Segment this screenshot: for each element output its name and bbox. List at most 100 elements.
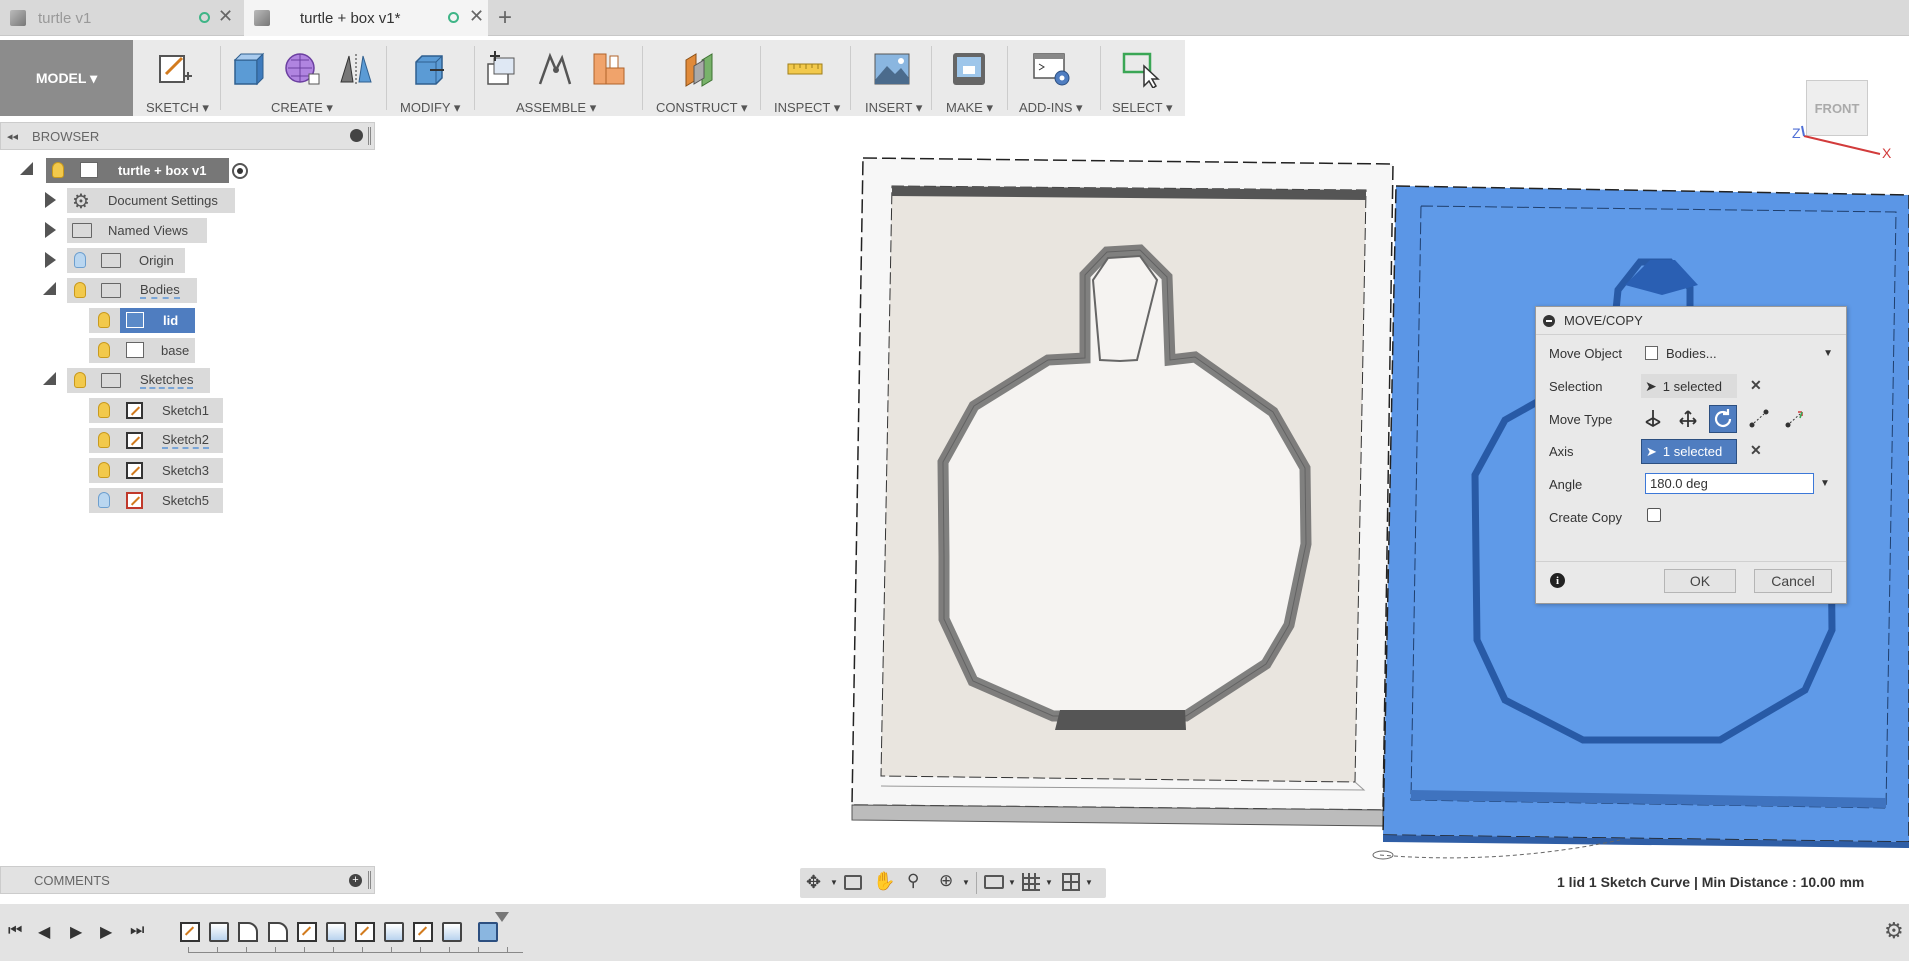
create-group[interactable]: CREATE ▾ bbox=[225, 40, 385, 116]
dropdown-arrow-icon[interactable]: ▼ bbox=[1823, 348, 1833, 359]
visibility-bulb-icon[interactable] bbox=[98, 312, 110, 328]
visibility-bulb-icon[interactable] bbox=[98, 342, 110, 358]
activate-radio-icon[interactable] bbox=[232, 163, 248, 179]
clear-selection-icon[interactable]: ✕ bbox=[1750, 377, 1762, 394]
pan-hand-icon[interactable]: ✋ bbox=[873, 871, 895, 892]
timeline-extrude-feature-icon[interactable] bbox=[209, 922, 229, 942]
collapse-browser-icon[interactable]: ◂◂ bbox=[7, 130, 18, 143]
sketch1-node[interactable]: Sketch1 bbox=[89, 398, 223, 423]
zoom-dropdown-icon[interactable]: ▼ bbox=[962, 878, 970, 887]
visibility-bulb-icon[interactable] bbox=[98, 432, 110, 448]
document-settings-node[interactable]: ⚙ Document Settings bbox=[67, 188, 235, 213]
construct-group[interactable]: CONSTRUCT ▾ bbox=[648, 40, 758, 116]
look-at-icon[interactable] bbox=[844, 875, 862, 890]
make-group[interactable]: MAKE ▾ bbox=[936, 40, 1006, 116]
info-icon[interactable]: i bbox=[1550, 573, 1565, 588]
rotate-option-active[interactable] bbox=[1709, 405, 1737, 433]
visibility-bulb-icon[interactable] bbox=[98, 402, 110, 418]
timeline-fillet-feature-icon[interactable] bbox=[238, 922, 258, 942]
sketches-node[interactable]: Sketches bbox=[67, 368, 210, 393]
expand-triangle-icon[interactable] bbox=[45, 252, 56, 268]
cancel-button[interactable]: Cancel bbox=[1754, 569, 1832, 593]
timeline-extrude-feature-icon[interactable] bbox=[326, 922, 346, 942]
step-back-icon[interactable]: ◀ bbox=[38, 922, 50, 942]
go-to-start-icon[interactable]: ⏮ bbox=[8, 922, 22, 940]
timeline-track[interactable] bbox=[180, 912, 530, 954]
collapse-dialog-icon[interactable] bbox=[1543, 314, 1555, 327]
sketch2-node[interactable]: Sketch2 bbox=[89, 428, 223, 453]
axis-selection-field[interactable]: ➤ 1 selected bbox=[1641, 439, 1737, 464]
close-icon[interactable]: ✕ bbox=[469, 6, 484, 27]
point-to-position-icon[interactable] bbox=[1783, 407, 1807, 431]
panel-resize-handle[interactable] bbox=[368, 871, 371, 889]
workspace-switcher[interactable]: MODEL ▾ bbox=[0, 40, 133, 116]
timeline-sketch-feature-icon[interactable] bbox=[297, 922, 317, 942]
tree-item-base[interactable]: base bbox=[0, 338, 200, 363]
origin-node[interactable]: Origin bbox=[67, 248, 185, 273]
timeline-sketch-feature-icon[interactable] bbox=[180, 922, 200, 942]
expand-triangle-icon[interactable] bbox=[45, 192, 56, 208]
new-tab-button[interactable]: + bbox=[498, 4, 512, 32]
tree-root[interactable]: turtle + box v1 bbox=[0, 158, 265, 183]
viewports-icon[interactable] bbox=[1062, 873, 1080, 891]
expand-triangle-icon[interactable] bbox=[45, 222, 56, 238]
create-copy-checkbox[interactable] bbox=[1647, 508, 1661, 522]
tree-item-named-views[interactable]: Named Views bbox=[0, 218, 210, 243]
grid-dropdown-icon[interactable]: ▼ bbox=[1045, 878, 1053, 887]
comments-panel-header[interactable]: COMMENTS + bbox=[0, 866, 375, 894]
point-to-point-icon[interactable] bbox=[1747, 407, 1771, 431]
display-settings-icon[interactable] bbox=[984, 875, 1004, 889]
panel-resize-handle[interactable] bbox=[368, 127, 371, 145]
select-group[interactable]: SELECT ▾ bbox=[1104, 40, 1184, 116]
base-body[interactable] bbox=[851, 157, 1394, 827]
free-move-icon[interactable] bbox=[1641, 407, 1665, 431]
collapse-triangle-icon[interactable] bbox=[43, 372, 56, 385]
viewports-dropdown-icon[interactable]: ▼ bbox=[1085, 878, 1093, 887]
tree-item-origin[interactable]: Origin bbox=[0, 248, 190, 273]
timeline-fillet-feature-icon[interactable] bbox=[268, 922, 288, 942]
clear-axis-icon[interactable]: ✕ bbox=[1750, 442, 1762, 459]
timeline-sketch-feature-icon[interactable] bbox=[413, 922, 433, 942]
named-views-node[interactable]: Named Views bbox=[67, 218, 207, 243]
visibility-bulb-icon[interactable] bbox=[98, 492, 110, 508]
close-icon[interactable]: ✕ bbox=[218, 6, 233, 27]
browser-options-icon[interactable] bbox=[350, 129, 363, 142]
base-body-node[interactable]: base bbox=[89, 338, 195, 363]
tree-item-lid[interactable]: lid bbox=[0, 308, 200, 333]
root-component-node[interactable]: turtle + box v1 bbox=[46, 158, 229, 183]
tree-item-sketch3[interactable]: Sketch3 bbox=[0, 458, 230, 483]
modify-group[interactable]: MODIFY ▾ bbox=[392, 40, 472, 116]
step-forward-icon[interactable]: ▶ bbox=[100, 922, 112, 942]
fit-icon[interactable]: ⊕ bbox=[939, 871, 953, 891]
translate-icon[interactable] bbox=[1676, 407, 1700, 431]
grid-icon[interactable] bbox=[1022, 873, 1040, 891]
timeline-extrude-feature-icon[interactable] bbox=[442, 922, 462, 942]
tree-item-bodies[interactable]: Bodies bbox=[0, 278, 200, 303]
tree-item-document-settings[interactable]: ⚙ Document Settings bbox=[0, 188, 240, 213]
collapse-triangle-icon[interactable] bbox=[43, 282, 56, 295]
tab-turtle-box-v1[interactable]: turtle + box v1* ✕ bbox=[244, 0, 488, 36]
visibility-bulb-icon[interactable] bbox=[52, 162, 64, 178]
timeline-marker-icon[interactable] bbox=[495, 912, 509, 922]
sketch3-node[interactable]: Sketch3 bbox=[89, 458, 223, 483]
tree-item-sketches[interactable]: Sketches bbox=[0, 368, 215, 393]
timeline-move-feature-icon[interactable] bbox=[478, 922, 498, 942]
selection-field[interactable]: ➤ 1 selected bbox=[1641, 374, 1737, 398]
go-to-end-icon[interactable]: ⏭ bbox=[130, 922, 144, 940]
inspect-group[interactable]: INSPECT ▾ bbox=[766, 40, 848, 116]
visibility-bulb-icon[interactable] bbox=[98, 462, 110, 478]
tab-turtle-v1[interactable]: turtle v1 ✕ bbox=[0, 0, 240, 36]
dialog-header[interactable]: MOVE/COPY bbox=[1536, 307, 1846, 335]
collapse-triangle-icon[interactable] bbox=[20, 162, 33, 175]
visibility-bulb-icon[interactable] bbox=[74, 282, 86, 298]
angle-dropdown-arrow-icon[interactable]: ▼ bbox=[1820, 478, 1830, 489]
lid-body-node[interactable]: lid bbox=[89, 308, 195, 333]
add-ins-group[interactable]: ADD-INS ▾ bbox=[1012, 40, 1104, 116]
play-icon[interactable]: ▶ bbox=[70, 922, 82, 942]
move-object-select[interactable]: Bodies... ▼ bbox=[1641, 341, 1837, 365]
bodies-node[interactable]: Bodies bbox=[67, 278, 197, 303]
tree-item-sketch5[interactable]: Sketch5 bbox=[0, 488, 230, 513]
visibility-bulb-icon[interactable] bbox=[74, 372, 86, 388]
tree-item-sketch2[interactable]: Sketch2 bbox=[0, 428, 230, 453]
timeline-sketch-feature-icon[interactable] bbox=[355, 922, 375, 942]
